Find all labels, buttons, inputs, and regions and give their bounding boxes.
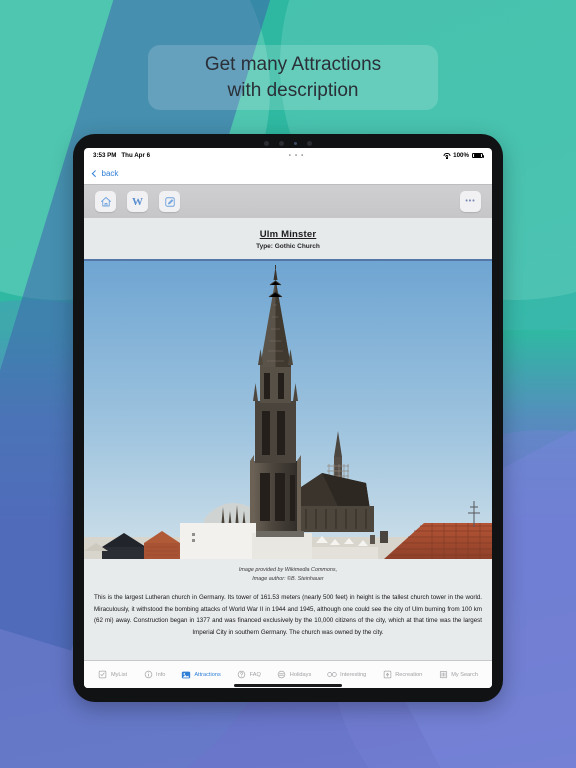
device-camera-array <box>73 139 503 147</box>
promo-caption: Get many Attractions with description <box>148 45 438 110</box>
tab-label-holidays: Holidays <box>289 671 312 678</box>
wifi-icon <box>443 152 451 159</box>
status-time: 3:53 PM <box>93 152 117 159</box>
tab-label-info: Info <box>156 671 166 678</box>
tab-recreation[interactable]: Recreation <box>382 670 422 680</box>
promo-caption-line1: Get many Attractions <box>204 53 382 75</box>
tab-label-recreation: Recreation <box>395 671 423 678</box>
buildings-icon <box>438 670 448 680</box>
camera-lens-icon <box>264 140 269 146</box>
photo-attribution-line1: Image provided by Wikimedia Commons, <box>238 567 338 573</box>
ulm-minster-photo-illustration <box>84 261 492 559</box>
tab-holidays[interactable]: Holidays <box>277 670 311 680</box>
battery-percent-label: 100% <box>453 152 469 159</box>
device-screen: 3:53 PM Thu Apr 6 • • • 100% back W ••• … <box>84 148 492 688</box>
page-title: Ulm Minster <box>259 229 317 240</box>
info-icon <box>143 670 153 680</box>
promo-caption-line2: with description <box>227 79 359 101</box>
compose-button[interactable] <box>159 191 180 212</box>
app-toolbar: W ••• <box>84 184 492 218</box>
tablet-device-frame: 3:53 PM Thu Apr 6 • • • 100% back W ••• … <box>73 134 503 702</box>
status-bar-right: 100% <box>443 152 484 159</box>
park-icon <box>382 670 392 680</box>
status-bar: 3:53 PM Thu Apr 6 • • • 100% <box>84 148 492 163</box>
checklist-icon <box>98 670 108 680</box>
status-bar-left: 3:53 PM Thu Apr 6 <box>93 152 150 159</box>
calendar-icon <box>277 670 287 680</box>
tab-label-my-search: My Search <box>451 671 478 678</box>
article-photo[interactable] <box>84 261 492 559</box>
tab-mylist[interactable]: MyList <box>98 670 127 680</box>
tab-attractions[interactable]: Attractions <box>181 670 221 680</box>
tab-label-interesting: Interesting <box>340 671 367 678</box>
more-options-button[interactable]: ••• <box>460 191 481 212</box>
navigation-bar: back <box>84 163 492 184</box>
camera-lens-icon <box>279 140 284 146</box>
multitask-indicator[interactable]: • • • <box>150 153 443 159</box>
home-button[interactable] <box>95 191 116 212</box>
article-content: Ulm Minster Type: Gothic Church Image pr… <box>84 218 492 688</box>
bottom-tab-bar: MyList Info Attractions FAQ Holidays Int… <box>84 660 492 688</box>
wikipedia-icon: W <box>132 195 143 208</box>
photo-attribution: Image provided by Wikimedia Commons, Ima… <box>84 559 492 590</box>
camera-lens-icon <box>307 140 312 146</box>
compose-icon <box>164 196 176 208</box>
battery-full-icon <box>472 152 484 159</box>
tab-info[interactable]: Info <box>143 670 165 680</box>
photo-icon <box>181 670 191 680</box>
camera-sensor-icon <box>294 141 297 145</box>
binoculars-icon <box>327 670 337 680</box>
tab-faq[interactable]: FAQ <box>237 670 261 680</box>
ellipsis-icon: ••• <box>465 198 476 205</box>
tab-label-mylist: MyList <box>110 671 128 678</box>
back-button-label: back <box>101 169 119 178</box>
article-description: This is the largest Lutheran church in G… <box>84 590 492 660</box>
tab-label-attractions: Attractions <box>194 671 221 678</box>
tab-label-faq: FAQ <box>249 671 261 678</box>
home-indicator[interactable] <box>234 684 342 687</box>
tab-interesting[interactable]: Interesting <box>327 670 366 680</box>
article-title-card: Ulm Minster Type: Gothic Church <box>84 218 492 261</box>
article-description-text: This is the largest Lutheran church in G… <box>94 594 482 636</box>
status-date: Thu Apr 6 <box>121 152 151 159</box>
wikipedia-button[interactable]: W <box>127 191 148 212</box>
photo-attribution-line2: Image author: ©B. Steinhauer <box>252 576 324 582</box>
question-icon <box>237 670 247 680</box>
chevron-left-icon <box>92 170 99 177</box>
home-icon <box>100 196 112 208</box>
back-button[interactable]: back <box>92 169 119 178</box>
article-subtitle: Type: Gothic Church <box>256 243 320 250</box>
tab-my-search[interactable]: My Search <box>438 670 478 680</box>
